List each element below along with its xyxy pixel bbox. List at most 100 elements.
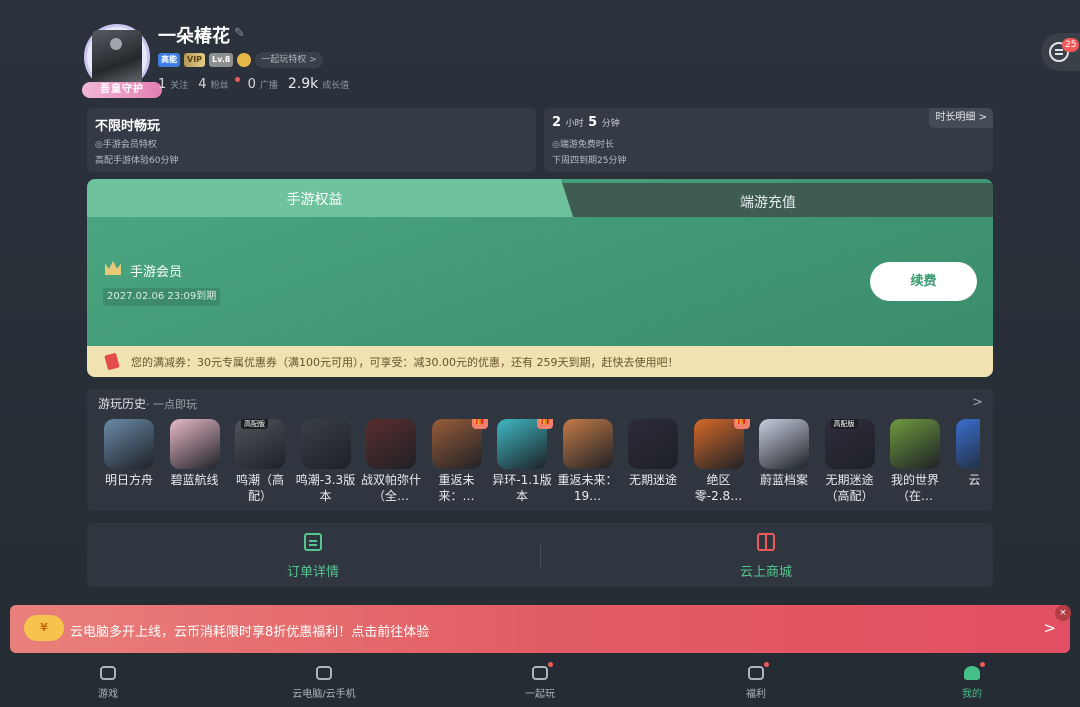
game-item[interactable]: 鸣潮-3.3版本 bbox=[293, 419, 359, 506]
tab-mobile-benefits[interactable]: 手游权益 bbox=[87, 189, 542, 209]
nav-games-label: 游戏 bbox=[98, 689, 118, 700]
game-icon bbox=[890, 419, 940, 469]
red-packet-icon bbox=[104, 352, 120, 371]
level-badge[interactable]: Lv.8 bbox=[209, 53, 234, 67]
renew-button[interactable]: 续费 bbox=[870, 262, 977, 301]
avatar[interactable]: 吾皇守护 bbox=[82, 24, 162, 98]
tab-bar: 手游权益 端游充值 bbox=[87, 179, 993, 217]
card-title: 不限时畅玩 bbox=[95, 119, 161, 134]
vip-badge[interactable]: VIP bbox=[184, 53, 206, 67]
time-detail-button[interactable]: 时长明细 > bbox=[929, 108, 993, 128]
game-name: 我的世界（在… bbox=[890, 473, 939, 503]
fans-dot bbox=[234, 77, 240, 82]
gift-icon bbox=[757, 533, 775, 551]
game-icon bbox=[104, 419, 154, 469]
game-name: 云手 bbox=[968, 473, 980, 487]
game-item[interactable]: 🎁 绝区零-2.8… bbox=[686, 419, 752, 506]
cloud-mall-button[interactable]: 云上商城 bbox=[616, 533, 916, 580]
crown-icon bbox=[105, 261, 121, 275]
nav-cloud-pc-icon bbox=[316, 666, 332, 680]
chevron-right-icon[interactable]: > bbox=[1043, 619, 1056, 637]
history-title: 游玩历史· 一点即玩 bbox=[98, 395, 197, 412]
fans-count[interactable]: 4 bbox=[198, 77, 206, 92]
nav-mine-icon bbox=[964, 662, 985, 680]
pc-time-card[interactable]: 2 小时 5 分钟 ◎端游免费时长 下周四到期25分钟 时长明细 > bbox=[544, 108, 993, 172]
game-item[interactable]: 我的世界（在… bbox=[882, 419, 948, 506]
divider bbox=[540, 543, 541, 569]
gift-icon: 🎁 bbox=[537, 419, 553, 429]
nav-cloud-pc-label: 云电脑/云手机 bbox=[292, 689, 356, 700]
game-item[interactable]: 明日方舟 bbox=[96, 419, 162, 506]
shortcuts: 订单详情 云上商城 bbox=[87, 523, 993, 587]
nav-cloud-pc[interactable]: 云电脑/云手机 bbox=[264, 666, 384, 700]
coupon-bar[interactable]: 您的满减券：30元专属优惠券（满100元可用），可享受：减30.00元的优惠，还… bbox=[87, 346, 993, 377]
minutes-unit: 分钟 bbox=[601, 119, 620, 129]
game-item[interactable]: 云手 bbox=[948, 419, 980, 506]
nav-mine[interactable]: 我的 bbox=[912, 662, 1032, 700]
game-icon: 🎁 bbox=[431, 419, 488, 469]
game-name: 无期迷途 bbox=[628, 473, 677, 487]
medal-icon[interactable] bbox=[237, 53, 252, 67]
game-item[interactable]: 🎁 异环-1.1版本 bbox=[489, 419, 555, 506]
nav-play-together[interactable]: 一起玩 bbox=[480, 662, 600, 700]
membership-expire: 2027.02.06 23:09到期 bbox=[103, 288, 221, 306]
game-icon bbox=[955, 419, 980, 469]
hd-tag: 高配版 bbox=[830, 419, 858, 429]
follow-label: 关注 bbox=[170, 81, 189, 91]
game-item[interactable]: 高配版 无期迷途（高配） bbox=[817, 419, 883, 506]
game-icon bbox=[628, 419, 678, 469]
game-name: 鸣潮-3.3版本 bbox=[295, 473, 356, 503]
nav-mine-label: 我的 bbox=[962, 689, 982, 700]
game-name: 重返未来：… bbox=[438, 473, 475, 503]
order-details-button[interactable]: 订单详情 bbox=[163, 533, 463, 580]
card-privilege: ◎手游会员特权 bbox=[95, 140, 157, 150]
broadcast-count[interactable]: 0 bbox=[248, 77, 256, 92]
history-more-arrow[interactable]: > bbox=[972, 395, 983, 410]
game-icon bbox=[300, 419, 351, 469]
play-together-privilege[interactable]: 一起玩特权 > bbox=[255, 52, 323, 68]
game-icon: 🎁 bbox=[693, 419, 750, 469]
close-icon[interactable]: × bbox=[1055, 605, 1071, 621]
game-item[interactable]: 🎁 重返未来：… bbox=[424, 419, 490, 506]
nav-games[interactable]: 游戏 bbox=[48, 666, 168, 700]
game-item[interactable]: 高配版 鸣潮（高配） bbox=[227, 419, 293, 506]
game-name: 异环-1.1版本 bbox=[492, 473, 552, 503]
promo-banner[interactable]: ¥ 云电脑多开上线，云币消耗限时享8折优惠福利！点击前往体验 > bbox=[10, 605, 1070, 653]
hd-badge[interactable]: 高能 bbox=[158, 53, 180, 67]
history-title-text: 游玩历史 bbox=[98, 397, 147, 411]
hours-value: 2 bbox=[552, 115, 562, 130]
game-name: 战双帕弥什（全… bbox=[360, 473, 421, 503]
game-item[interactable]: 重返未来：19… bbox=[555, 419, 621, 506]
game-name: 鸣潮（高配） bbox=[235, 473, 284, 503]
game-icon: 高配版 bbox=[824, 419, 875, 469]
game-name: 重返未来：19… bbox=[557, 473, 618, 503]
game-name: 绝区零-2.8… bbox=[694, 473, 743, 503]
edit-icon[interactable]: ✎ bbox=[234, 26, 248, 41]
game-name: 碧蓝航线 bbox=[170, 473, 219, 487]
game-item[interactable]: 战双帕弥什（全… bbox=[358, 419, 424, 506]
growth-label: 成长值 bbox=[322, 81, 350, 91]
badge-row: 高能 VIP Lv.8 一起玩特权 > bbox=[158, 52, 323, 68]
game-icon bbox=[366, 419, 416, 469]
card-privilege: ◎端游免费时长 bbox=[552, 140, 614, 150]
game-icon: 🎁 bbox=[497, 419, 553, 469]
growth-value[interactable]: 2.9k bbox=[288, 76, 318, 92]
game-item[interactable]: 无期迷途 bbox=[620, 419, 686, 506]
tab-pc-recharge[interactable]: 端游充值 bbox=[543, 192, 993, 212]
cloud-coin-icon: ¥ bbox=[24, 615, 64, 641]
game-name: 蔚蓝档案 bbox=[759, 473, 808, 487]
hours-unit: 小时 bbox=[565, 119, 584, 129]
nav-welfare[interactable]: 福利 bbox=[696, 662, 816, 700]
game-item[interactable]: 碧蓝航线 bbox=[162, 419, 228, 506]
game-icon bbox=[759, 419, 809, 469]
game-list: 明日方舟 碧蓝航线 高配版 鸣潮（高配） 鸣潮-3.3版本 战双帕弥什（全… 🎁 重返未来：…… bbox=[96, 419, 980, 509]
card-desc: 下周四到期25分钟 bbox=[552, 156, 627, 166]
follow-count[interactable]: 1 bbox=[158, 77, 166, 92]
message-count-badge: 25 bbox=[1062, 38, 1080, 52]
history-subtitle: · 一点即玩 bbox=[146, 398, 198, 411]
unlimited-play-card[interactable]: 不限时畅玩 ◎手游会员特权 高配手游体验60分钟 bbox=[87, 108, 536, 172]
game-item[interactable]: 蔚蓝档案 bbox=[751, 419, 817, 506]
game-name: 明日方舟 bbox=[104, 473, 153, 487]
card-desc: 高配手游体验60分钟 bbox=[95, 156, 179, 166]
coupon-text: 您的满减券：30元专属优惠券（满100元可用），可享受：减30.00元的优惠，还… bbox=[131, 356, 679, 369]
